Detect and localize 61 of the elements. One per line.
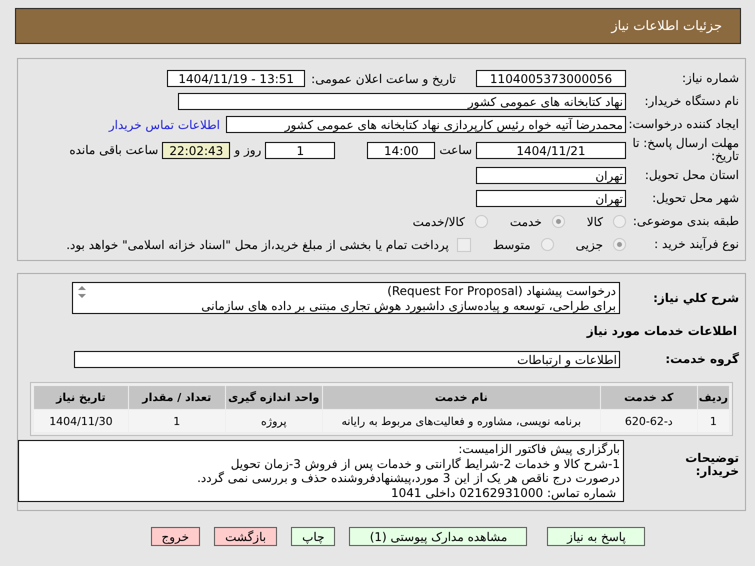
field-label: ساعت باقی مانده	[69, 143, 158, 157]
field-label: نوع فرآیند خرید :	[653, 238, 739, 251]
table-cell: پروژه	[226, 410, 322, 432]
text-field[interactable]: تهران	[476, 190, 626, 207]
checkbox[interactable]	[456, 238, 471, 252]
text-field[interactable]: 14:00	[367, 142, 436, 158]
action-button[interactable]: مشاهده مدارک پیوستی (1)	[349, 527, 528, 546]
field-label: توضیحات خریدار:	[684, 450, 739, 478]
column-header: تاریخ نیاز	[34, 386, 128, 409]
radio-button[interactable]	[613, 215, 626, 228]
option-label: جزیی	[576, 238, 603, 252]
text-field[interactable]: 1104005373000056	[476, 70, 626, 87]
field-label: شرح کلي نیاز:	[652, 292, 739, 304]
notes-field[interactable]: بارگزاری پیش فاکتور الزامیست: 1-شرح کالا و خدمات 2-شرایط گارانتی و خدمات پس از فروش 3-زمان تحویل درصورت درج ناقص هر یک از این 3 مورد،پیشنهادفروشنده حذف و بررسی نمی گردد. شماره تماس: 02162931000 داخلی 1041	[18, 440, 624, 502]
text-field[interactable]: 1404/11/21	[476, 142, 626, 158]
column-header: کد خدمت	[600, 386, 697, 409]
field-label: تاریخ و ساعت اعلان عمومی:	[311, 72, 456, 86]
field-label: روز و	[234, 143, 262, 157]
text-field[interactable]: 1404/11/19 - 13:51	[167, 70, 306, 87]
section-heading: اطلاعات خدمات مورد نیاز	[585, 323, 738, 340]
action-button[interactable]: چاپ	[291, 527, 336, 546]
checkbox-label: پرداخت تمام یا بخشی از مبلغ خرید،از محل "اسناد خزانه اسلامی" خواهد بود.	[66, 238, 449, 252]
radio-button[interactable]	[540, 238, 554, 251]
table-cell: 1	[698, 410, 729, 432]
text-field[interactable]: اطلاعات و ارتباطات	[74, 350, 620, 368]
field-label: طبقه بندی موضوعی:	[632, 215, 739, 228]
column-header: نام خدمت	[322, 386, 600, 409]
table-cell: د-62-620	[600, 410, 697, 432]
field-label: ساعت	[439, 143, 472, 157]
text-field[interactable]: 1	[265, 142, 336, 158]
radio-button[interactable]	[552, 215, 565, 228]
column-header: واحد اندازه گیری	[226, 386, 322, 409]
table-cell: برنامه نویسی، مشاوره و فعالیت‌های مربوط به رایانه	[322, 410, 600, 432]
field-label: ایجاد کننده درخواست:	[627, 118, 739, 131]
field-label: شهر محل تحویل:	[651, 192, 739, 205]
text-field[interactable]: نهاد کتابخانه های عمومی کشور	[178, 93, 626, 110]
text-field[interactable]: تهران	[476, 167, 626, 184]
description-field[interactable]: درخواست پیشنهاد (Request For Proposal) برای طراحی، توسعه و پیاده‌سازی داشبورد هوش تجاری مبتنی بر داده های سازمانی	[72, 282, 620, 314]
action-button[interactable]: پاسخ به نیاز	[547, 527, 646, 546]
scroll-arrows-icon	[77, 285, 87, 299]
radio-button[interactable]	[474, 215, 488, 228]
column-header: ردیف	[698, 386, 729, 409]
column-header: تعداد / مقدار	[128, 386, 225, 409]
contact-link[interactable]: اطلاعات تماس خریدار	[108, 118, 220, 132]
table-cell: 1	[128, 410, 225, 432]
field-label: شماره نیاز:	[681, 72, 739, 85]
table-cell: 1404/11/30	[34, 410, 128, 432]
option-label: متوسط	[492, 238, 531, 252]
radio-button[interactable]	[613, 238, 626, 251]
field-label: مهلت ارسال پاسخ: تا تاریخ:	[631, 137, 739, 163]
option-label: کالا	[586, 214, 603, 228]
field-label: استان محل تحویل:	[644, 169, 739, 182]
action-button[interactable]: خروج	[150, 527, 200, 546]
option-label: کالا/خدمت	[412, 214, 465, 228]
action-button[interactable]: بازگشت	[214, 527, 278, 546]
option-label: خدمت	[510, 214, 542, 228]
text-field[interactable]: 22:02:43	[162, 142, 230, 158]
field-label: گروه خدمت:	[664, 352, 739, 366]
page-title: جزئیات اطلاعات نیاز	[611, 18, 722, 34]
field-label: نام دستگاه خریدار:	[644, 95, 739, 108]
text-field[interactable]: محمدرضا آتیه خواه رئیس کارپردازی نهاد کتابخانه های عمومی کشور	[226, 116, 626, 133]
